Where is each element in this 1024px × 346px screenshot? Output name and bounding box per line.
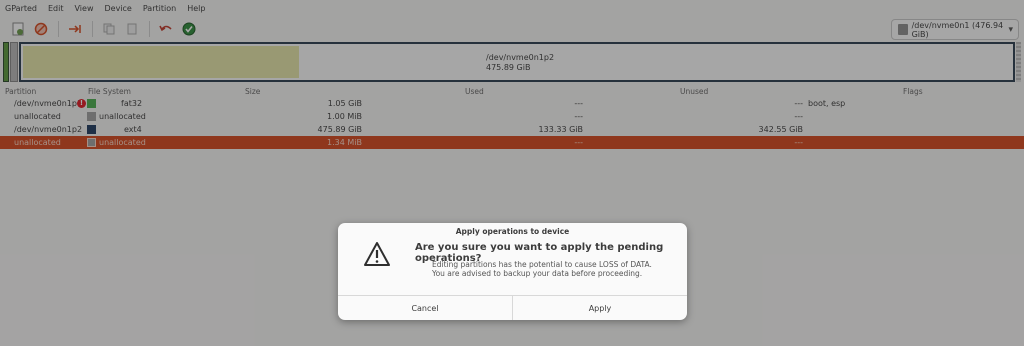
apply-button[interactable]: Apply — [513, 296, 687, 320]
apply-confirm-dialog: Apply operations to device Are you sure … — [338, 223, 687, 320]
dialog-buttons: Cancel Apply — [338, 295, 687, 320]
dialog-body-line1: Editing partitions has the potential to … — [432, 260, 652, 269]
dialog-body: Editing partitions has the potential to … — [432, 260, 652, 278]
dialog-title: Apply operations to device — [455, 227, 570, 236]
warning-triangle-icon — [364, 242, 390, 266]
dialog-body-line2: You are advised to backup your data befo… — [432, 269, 643, 278]
cancel-button[interactable]: Cancel — [338, 296, 513, 320]
